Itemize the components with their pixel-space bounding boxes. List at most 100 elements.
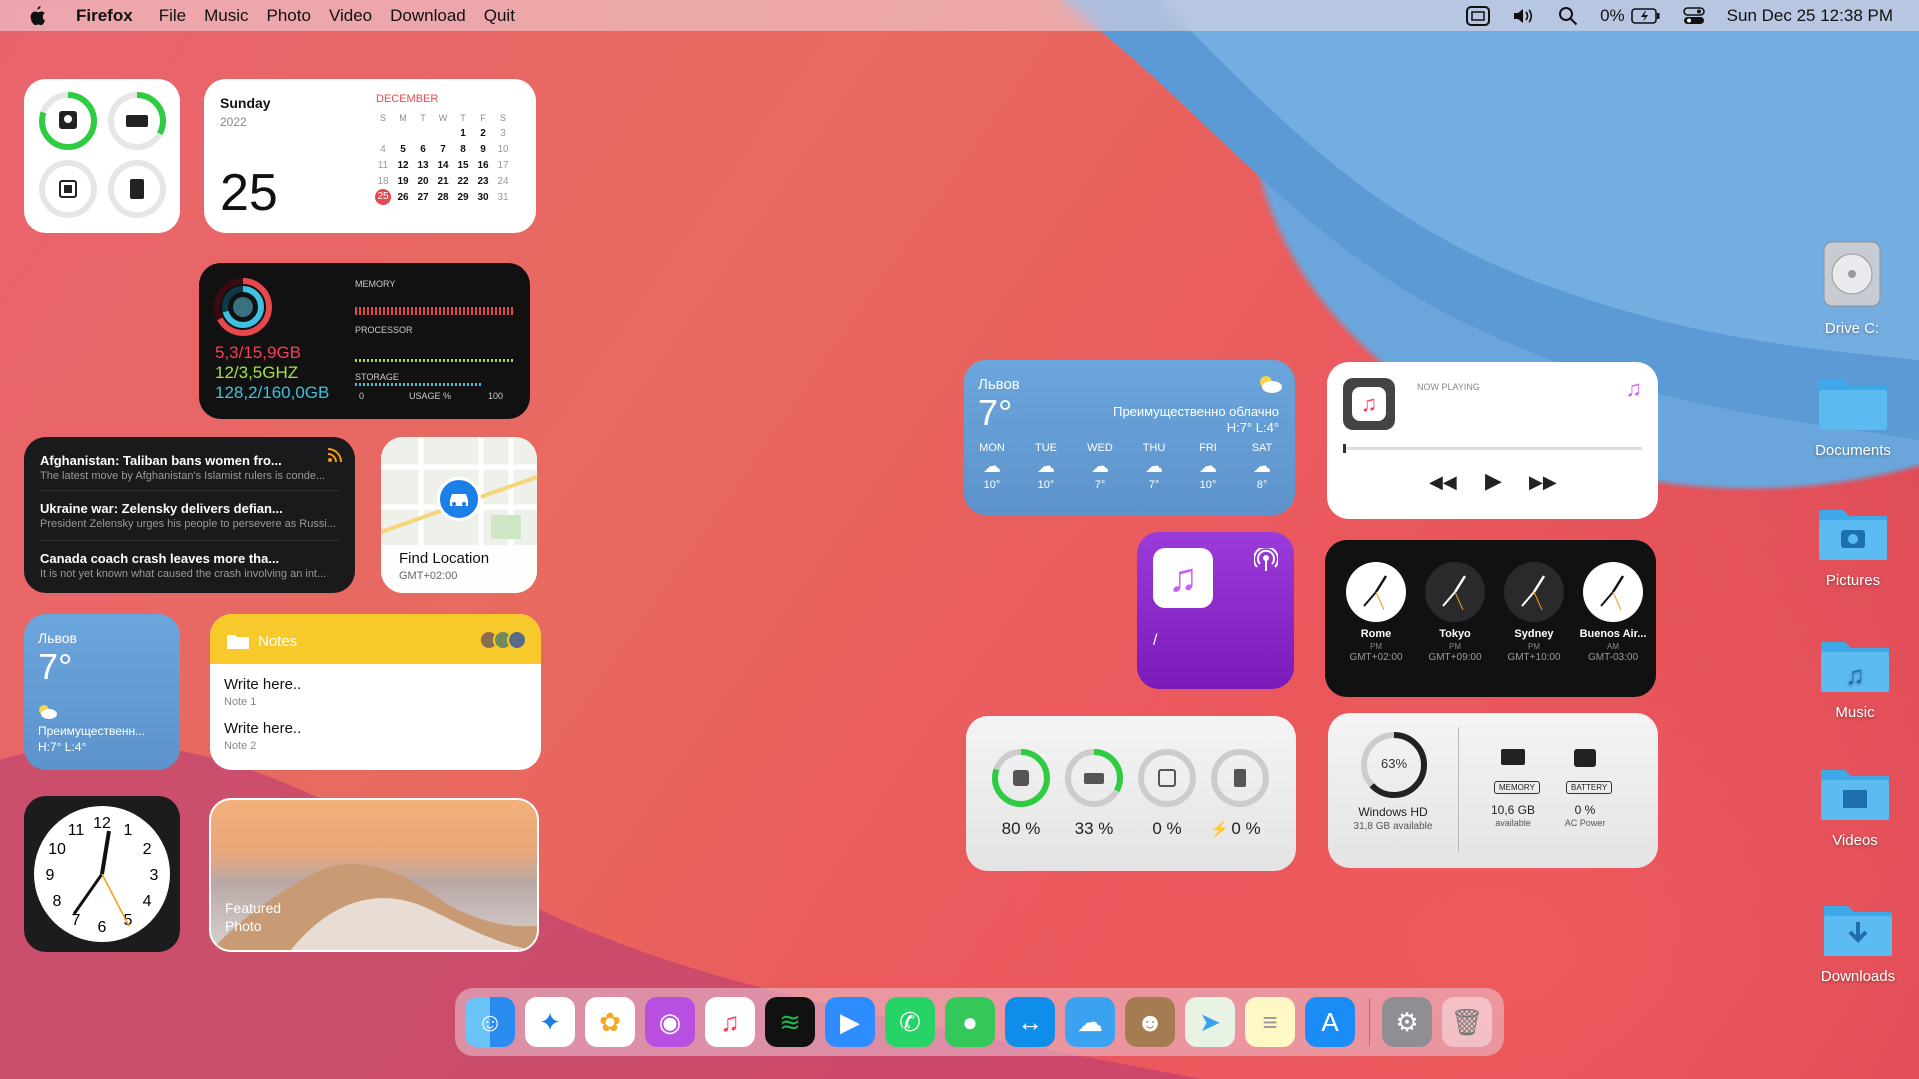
keyboard-icon[interactable] xyxy=(1466,5,1491,26)
calendar-date[interactable]: 23 xyxy=(473,176,493,187)
fast-forward-icon[interactable]: ▶▶ xyxy=(1529,472,1557,493)
calendar-date[interactable]: 13 xyxy=(413,160,433,171)
maps-icon[interactable]: ➤ xyxy=(1185,997,1235,1047)
photos-icon[interactable]: ✿ xyxy=(585,997,635,1047)
calendar-date[interactable]: 10 xyxy=(493,144,513,155)
desktop-downloads[interactable]: Downloads xyxy=(1808,898,1908,985)
calendar-date[interactable]: 20 xyxy=(413,176,433,187)
notes-app-icon[interactable]: ≡ xyxy=(1245,997,1295,1047)
calendar-date[interactable]: 31 xyxy=(493,192,513,205)
music-icon[interactable]: ♫ xyxy=(705,997,755,1047)
calendar-date[interactable]: 2 xyxy=(473,128,493,139)
teamviewer-icon[interactable]: ↔ xyxy=(1005,997,1055,1047)
calendar-date[interactable]: 14 xyxy=(433,160,453,171)
app-store-icon[interactable]: A xyxy=(1305,997,1355,1047)
disk-info-widget[interactable]: 63% Windows HD 31,8 GB available MEMORY … xyxy=(1328,713,1658,868)
calendar-date[interactable]: 5 xyxy=(393,144,413,155)
calendar-date[interactable] xyxy=(373,128,393,139)
desktop-videos[interactable]: Videos xyxy=(1805,762,1905,849)
calendar-date[interactable]: 27 xyxy=(413,192,433,205)
cloud-icon: ☁ xyxy=(1145,456,1163,476)
news-widget[interactable]: Afghanistan: Taliban bans women fro... Th… xyxy=(24,437,355,593)
system-preferences-icon[interactable]: ⚙ xyxy=(1382,997,1432,1047)
desktop-music[interactable]: ♫ Music xyxy=(1805,634,1905,721)
podcasts-icon[interactable]: ◉ xyxy=(645,997,695,1047)
weather-app-icon[interactable]: ☁ xyxy=(1065,997,1115,1047)
calendar-date[interactable]: 15 xyxy=(453,160,473,171)
calendar-date[interactable]: 19 xyxy=(393,176,413,187)
menu-app-name[interactable]: Firefox xyxy=(76,6,133,26)
system-stats-widget[interactable]: 5,3/15,9GB 12/3,5GHZ 128,2/160,0GB MEMOR… xyxy=(199,263,530,419)
calendar-date[interactable]: 30 xyxy=(473,192,493,205)
trash-icon[interactable]: 🗑 xyxy=(1442,997,1492,1047)
finder-icon[interactable]: ☺ xyxy=(465,997,515,1047)
menu-file[interactable]: File xyxy=(159,6,186,26)
note-item[interactable]: Write here.. Note 2 xyxy=(224,720,301,752)
calendar-date[interactable]: 25 xyxy=(375,189,391,205)
usage-widget[interactable]: 80 % 33 % 0 % 0 % ⚡ xyxy=(966,716,1296,871)
search-icon[interactable] xyxy=(1558,6,1578,26)
news-item[interactable]: Afghanistan: Taliban bans women fro... Th… xyxy=(40,453,340,482)
calendar-date[interactable]: 6 xyxy=(413,144,433,155)
calendar-date[interactable]: 29 xyxy=(453,192,473,205)
calendar-date[interactable]: 11 xyxy=(373,160,393,171)
find-location-widget[interactable]: Find Location GMT+02:00 xyxy=(381,437,537,593)
calendar-date[interactable]: 4 xyxy=(373,144,393,155)
calendar-date[interactable]: 3 xyxy=(493,128,513,139)
desktop-documents[interactable]: Documents xyxy=(1803,372,1903,459)
podcast-widget[interactable]: ♫ / xyxy=(1137,532,1294,689)
world-clock-widget[interactable]: Rome PM GMT+02:00 Tokyo PM GMT+09:00 Sydney PM G… xyxy=(1325,540,1656,697)
menu-download[interactable]: Download xyxy=(390,6,466,26)
battery-icon[interactable] xyxy=(1630,7,1661,25)
menu-music[interactable]: Music xyxy=(204,6,248,26)
calendar-date[interactable] xyxy=(393,128,413,139)
contacts-icon[interactable]: ☻ xyxy=(1125,997,1175,1047)
calendar-date[interactable]: 21 xyxy=(433,176,453,187)
calendar-date[interactable]: 24 xyxy=(493,176,513,187)
menu-datetime[interactable]: Sun Dec 25 12:38 PM xyxy=(1727,6,1893,26)
calendar-date[interactable]: 17 xyxy=(493,160,513,171)
volume-icon[interactable] xyxy=(1512,6,1536,26)
now-playing-widget[interactable]: ♫ NOW PLAYING ♫ ◀◀ ▶ ▶▶ xyxy=(1327,362,1658,519)
calendar-date[interactable]: 26 xyxy=(393,192,413,205)
world-clock[interactable]: Rome PM GMT+02:00 xyxy=(1341,540,1411,663)
calendar-date[interactable]: 1 xyxy=(453,128,473,139)
calendar-date[interactable] xyxy=(413,128,433,139)
progress-bar[interactable] xyxy=(1343,444,1642,453)
calendar-date[interactable] xyxy=(433,128,453,139)
weather-widget[interactable]: Львов 7° Преимущественно облачно H:7° L:… xyxy=(964,360,1295,515)
spotify-icon[interactable]: ≋ xyxy=(765,997,815,1047)
messages-icon[interactable]: ● xyxy=(945,997,995,1047)
menu-quit[interactable]: Quit xyxy=(484,6,515,26)
apple-icon[interactable] xyxy=(28,5,46,26)
featured-photo-widget[interactable]: Featured Photo xyxy=(209,798,539,952)
calendar-date[interactable]: 16 xyxy=(473,160,493,171)
whatsapp-icon[interactable]: ✆ xyxy=(885,997,935,1047)
desktop-pictures[interactable]: Pictures xyxy=(1803,502,1903,589)
desktop-drive-c[interactable]: Drive C: xyxy=(1802,238,1902,337)
calendar-date[interactable]: 18 xyxy=(373,176,393,187)
weather-small-widget[interactable]: Львов 7° Преимущественн... H:7° L:4° xyxy=(24,614,180,770)
rewind-icon[interactable]: ◀◀ xyxy=(1429,472,1457,493)
calendar-date[interactable]: 12 xyxy=(393,160,413,171)
system-rings-widget[interactable] xyxy=(24,79,180,233)
safari-icon[interactable]: ✦ xyxy=(525,997,575,1047)
news-item[interactable]: Ukraine war: Zelensky delivers defian...… xyxy=(40,501,340,530)
calendar-date[interactable]: 28 xyxy=(433,192,453,205)
play-icon[interactable]: ▶ xyxy=(1485,468,1502,494)
calendar-date[interactable]: 22 xyxy=(453,176,473,187)
calendar-date[interactable]: 7 xyxy=(433,144,453,155)
menu-photo[interactable]: Photo xyxy=(267,6,311,26)
world-clock[interactable]: Buenos Air... AM GMT-03:00 xyxy=(1578,540,1648,663)
clock-widget[interactable]: 12 1 2 3 4 5 6 7 8 9 10 11 xyxy=(24,796,180,952)
news-item[interactable]: Canada coach crash leaves more tha... It … xyxy=(40,551,340,580)
notes-widget[interactable]: Notes Write here.. Note 1 Write here.. Not… xyxy=(210,614,541,770)
world-clock[interactable]: Sydney PM GMT+10:00 xyxy=(1499,540,1569,663)
menu-video[interactable]: Video xyxy=(329,6,372,26)
control-center-icon[interactable] xyxy=(1682,6,1705,26)
calendar-date[interactable]: 8 xyxy=(453,144,473,155)
world-clock[interactable]: Tokyo PM GMT+09:00 xyxy=(1420,540,1490,663)
note-item[interactable]: Write here.. Note 1 xyxy=(224,676,301,708)
calendar-date[interactable]: 9 xyxy=(473,144,493,155)
zoom-icon[interactable]: ▶ xyxy=(825,997,875,1047)
